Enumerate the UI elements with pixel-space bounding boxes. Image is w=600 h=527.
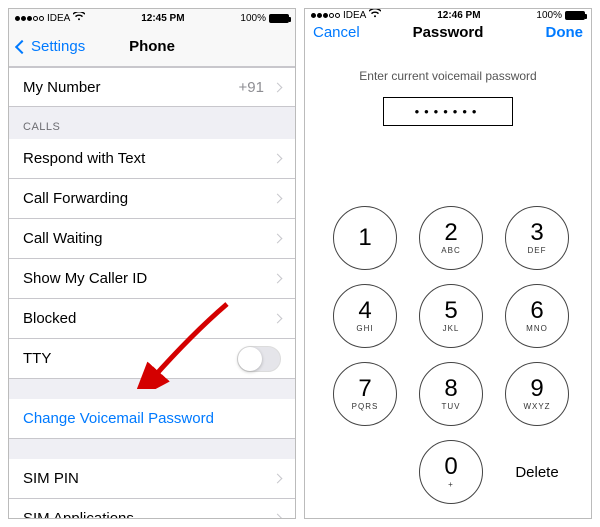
battery-pct: 100%: [240, 13, 266, 24]
row-call-forwarding[interactable]: Call Forwarding: [9, 179, 295, 219]
cancel-label: Cancel: [313, 24, 360, 41]
key-num: 5: [444, 299, 457, 323]
chevron-right-icon: [273, 234, 283, 244]
keypad-4[interactable]: 4GHI: [333, 284, 397, 348]
key-sub: WXYZ: [523, 402, 550, 411]
back-button[interactable]: Settings: [17, 38, 85, 55]
password-field[interactable]: •••••••: [383, 97, 513, 126]
key-num: 9: [530, 377, 543, 401]
key-sub: +: [448, 480, 454, 489]
row-tty[interactable]: TTY: [9, 339, 295, 379]
key-sub: DEF: [528, 246, 547, 255]
row-label: SIM PIN: [23, 470, 274, 487]
key-num: 1: [358, 226, 371, 250]
row-label: SIM Applications: [23, 510, 274, 518]
row-label: Blocked: [23, 310, 274, 327]
row-label: TTY: [23, 350, 237, 367]
row-value: +91: [239, 79, 264, 96]
key-num: 3: [530, 221, 543, 245]
phone-settings-screen: IDEA 12:45 PM 100% Settings Phone My Num…: [8, 8, 296, 519]
key-sub: GHI: [356, 324, 373, 333]
row-label: My Number: [23, 79, 239, 96]
signal-dots-icon: [15, 16, 44, 21]
key-num: 7: [358, 377, 371, 401]
row-respond-with-text[interactable]: Respond with Text: [9, 139, 295, 179]
chevron-right-icon: [273, 514, 283, 518]
status-bar: IDEA 12:45 PM 100%: [9, 9, 295, 27]
password-prompt: Enter current voicemail password: [305, 69, 591, 83]
row-show-caller-id[interactable]: Show My Caller ID: [9, 259, 295, 299]
keypad-delete[interactable]: Delete: [505, 440, 569, 504]
row-call-waiting[interactable]: Call Waiting: [9, 219, 295, 259]
signal-dots-icon: [311, 13, 340, 18]
keypad-9[interactable]: 9WXYZ: [505, 362, 569, 426]
done-button[interactable]: Done: [546, 24, 584, 41]
key-sub: ABC: [441, 246, 460, 255]
key-num: 0: [444, 455, 457, 479]
numeric-keypad: 1 2ABC 3DEF 4GHI 5JKL 6MNO 7PQRS 8TUV 9W…: [305, 186, 591, 518]
chevron-left-icon: [15, 39, 29, 53]
chevron-right-icon: [273, 474, 283, 484]
tty-toggle[interactable]: [237, 346, 281, 372]
password-entry-area: Enter current voicemail password •••••••: [305, 43, 591, 126]
keypad-6[interactable]: 6MNO: [505, 284, 569, 348]
key-num: 6: [530, 299, 543, 323]
row-sim-pin[interactable]: SIM PIN: [9, 459, 295, 499]
keypad-8[interactable]: 8TUV: [419, 362, 483, 426]
chevron-right-icon: [273, 154, 283, 164]
row-change-voicemail-password[interactable]: Change Voicemail Password: [9, 399, 295, 439]
row-label: Respond with Text: [23, 150, 274, 167]
delete-label: Delete: [515, 464, 558, 481]
keypad-7[interactable]: 7PQRS: [333, 362, 397, 426]
keypad-3[interactable]: 3DEF: [505, 206, 569, 270]
section-header-calls: CALLS: [9, 107, 295, 139]
row-label: Show My Caller ID: [23, 270, 274, 287]
phone-password-screen: IDEA 12:46 PM 100% Cancel Password Done …: [304, 8, 592, 519]
chevron-right-icon: [273, 274, 283, 284]
done-label: Done: [546, 24, 584, 41]
settings-list: My Number +91 CALLS Respond with Text Ca…: [9, 67, 295, 518]
row-sim-applications[interactable]: SIM Applications: [9, 499, 295, 518]
row-my-number[interactable]: My Number +91: [9, 67, 295, 107]
key-num: 8: [444, 377, 457, 401]
back-label: Settings: [31, 38, 85, 55]
row-label: Change Voicemail Password: [23, 410, 281, 427]
keypad-2[interactable]: 2ABC: [419, 206, 483, 270]
toggle-knob-icon: [238, 347, 262, 371]
row-blocked[interactable]: Blocked: [9, 299, 295, 339]
battery-icon: [269, 14, 289, 23]
chevron-right-icon: [273, 314, 283, 324]
keypad-0[interactable]: 0+: [419, 440, 483, 504]
status-time: 12:45 PM: [141, 13, 184, 24]
cancel-button[interactable]: Cancel: [313, 24, 360, 41]
carrier-label: IDEA: [47, 13, 70, 24]
status-time: 12:46 PM: [437, 10, 480, 21]
nav-bar: Cancel Password Done: [305, 21, 591, 43]
keypad-1[interactable]: 1: [333, 206, 397, 270]
row-label: Call Waiting: [23, 230, 274, 247]
wifi-icon: [369, 9, 381, 21]
key-num: 2: [444, 221, 457, 245]
battery-pct: 100%: [536, 10, 562, 21]
keypad-blank: [333, 440, 397, 504]
key-sub: TUV: [442, 402, 461, 411]
status-bar: IDEA 12:46 PM 100%: [305, 9, 591, 21]
key-num: 4: [358, 299, 371, 323]
battery-icon: [565, 11, 585, 20]
nav-bar: Settings Phone: [9, 27, 295, 67]
carrier-label: IDEA: [343, 10, 366, 21]
chevron-right-icon: [273, 194, 283, 204]
key-sub: JKL: [443, 324, 460, 333]
key-sub: PQRS: [352, 402, 379, 411]
keypad-5[interactable]: 5JKL: [419, 284, 483, 348]
row-label: Call Forwarding: [23, 190, 274, 207]
chevron-right-icon: [273, 82, 283, 92]
wifi-icon: [73, 12, 85, 24]
key-sub: MNO: [526, 324, 548, 333]
